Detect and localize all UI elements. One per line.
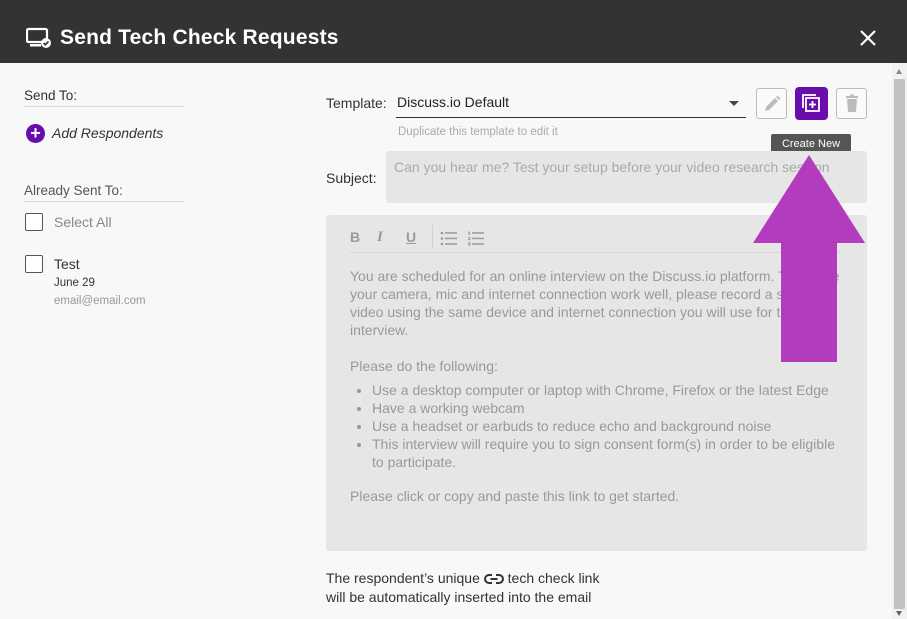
dialog-title: Send Tech Check Requests [60,26,339,49]
select-all-checkbox[interactable] [25,213,43,231]
delete-template-button[interactable] [836,88,867,119]
pencil-icon [765,95,781,111]
underline-button[interactable]: U [406,229,416,245]
template-hint: Duplicate this template to edit it [398,126,558,138]
italic-button[interactable]: I [377,229,383,246]
plus-circle-icon: + [26,123,45,143]
edit-template-button[interactable] [756,88,787,119]
scrollbar-thumb[interactable] [894,79,905,609]
body-bullet-list: Use a desktop computer or laptop with Ch… [372,381,840,471]
create-new-template-button[interactable] [796,88,827,119]
template-select[interactable]: Discuss.io Default [396,88,746,118]
respondent-name: Test [54,256,80,272]
list-item: Have a working webcam [372,399,840,417]
note-text: tech check link [507,570,600,586]
close-icon[interactable] [858,27,878,49]
subject-label: Subject: [326,170,377,186]
bold-button[interactable]: B [350,229,360,245]
scrollbar[interactable] [892,63,907,619]
link-insert-note: The respondent’s unique tech check link … [326,569,599,607]
toolbar-divider [432,225,433,249]
numbered-list-icon[interactable] [467,231,485,246]
trash-icon [846,94,858,112]
already-sent-label: Already Sent To: [24,183,184,202]
template-label: Template: [326,95,387,111]
monitor-check-icon [26,27,51,48]
dialog-header: Send Tech Check Requests [0,0,907,63]
respondent-date: June 29 [54,277,95,289]
note-text: The respondent’s unique [326,570,480,586]
link-icon [483,574,504,584]
chevron-down-icon [729,101,739,106]
template-selected-value: Discuss.io Default [397,94,510,110]
add-respondents-label: Add Respondents [52,125,164,141]
scroll-down-arrow-icon[interactable] [896,611,902,616]
list-item: Use a desktop computer or laptop with Ch… [372,381,840,399]
respondent-email: email@email.com [54,295,146,307]
list-item: Use a headset or earbuds to reduce echo … [372,417,840,435]
send-to-label: Send To: [24,88,184,107]
add-respondents-button[interactable]: + Add Respondents [26,123,163,143]
note-text: will be automatically inserted into the … [326,589,592,605]
add-copy-icon [802,94,820,112]
body-paragraph: Please click or copy and paste this link… [350,488,680,504]
bulleted-list-icon[interactable] [440,231,458,246]
annotation-arrow-icon [753,155,865,362]
list-item: This interview will require you to sign … [372,435,840,471]
respondent-checkbox[interactable] [25,255,43,273]
scroll-up-arrow-icon[interactable] [896,69,902,74]
select-all-label: Select All [54,214,112,230]
